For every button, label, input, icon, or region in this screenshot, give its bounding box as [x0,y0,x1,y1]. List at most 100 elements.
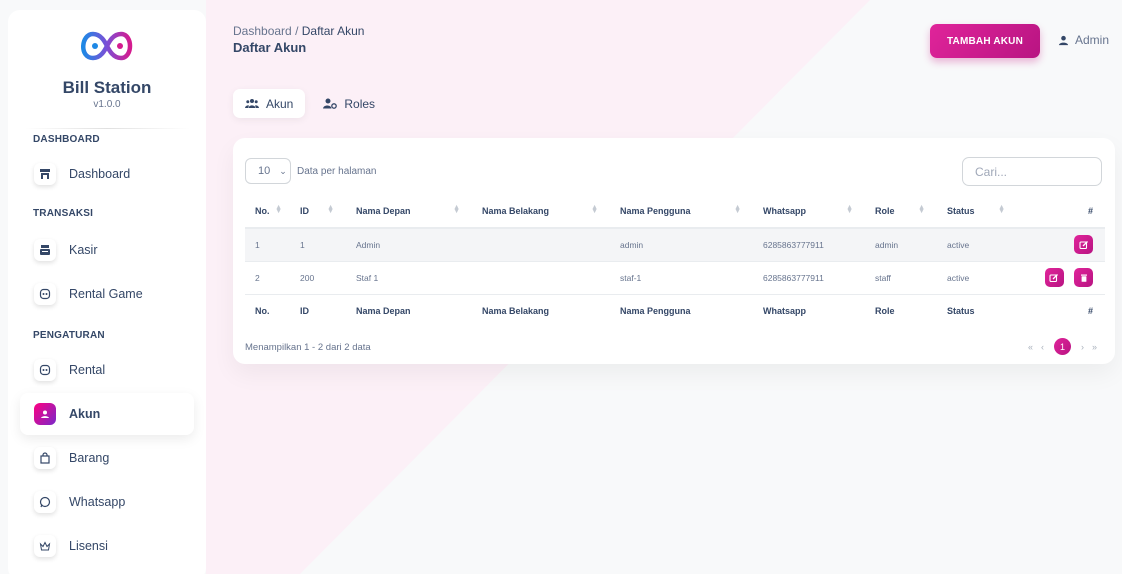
cell-actions [1019,228,1105,261]
sidebar-item-whatsapp[interactable]: Whatsapp [20,481,194,523]
table-row: 1 1 Admin admin 6285863777911 admin acti… [245,228,1105,261]
breadcrumb: Dashboard / Daftar Akun [233,24,364,38]
page-prev-button[interactable]: ‹ [1041,342,1044,352]
page-number-button[interactable]: 1 [1053,338,1071,355]
cell-status: active [947,239,970,250]
section-label-pengaturan: PENGATURAN [33,330,105,341]
cell-nama-pengguna: admin [620,239,644,250]
per-page-select[interactable]: 10 ⌄ [245,158,291,184]
table-header-row: No. ▲ ▼ ID ▲ ▼ Nama Depan ▲ ▼ Nama Belakang ▲ ▼ … [245,194,1105,228]
cell-whatsapp: 6285863777911 [763,239,824,250]
column-header-nama-depan[interactable]: Nama Depan ▲ ▼ [348,194,474,228]
brand-version: v1.0.0 [93,99,121,110]
accounts-card: 10 ⌄ Data per halaman No.▲▼ ID▲▼ Nama De… [233,138,1115,364]
trash-icon [1080,274,1087,282]
delete-button[interactable] [1074,268,1093,287]
edit-icon [1078,240,1088,249]
cell-actions [1019,261,1105,294]
brand: Bill Station v1.0.0 [8,10,206,129]
column-header-id[interactable]: ID ▲ ▼ [296,194,348,228]
per-page-control: 10 ⌄ Data per halaman [245,158,377,184]
pagination: « ‹ 1 › » [1024,338,1101,355]
cell-no: 2 [255,272,260,283]
footer-nama-belakang: Nama Belakang [482,306,550,317]
sidebar-item-label: Rental Game [69,287,143,301]
cell-nama-depan: Staf 1 [356,272,379,283]
cell-nama-pengguna: staf-1 [620,272,642,283]
cell-status: active [947,272,970,283]
edit-button[interactable] [1074,235,1093,255]
gamepad-icon [34,283,56,305]
sidebar-item-akun[interactable]: Akun [20,393,194,435]
cell-no: 1 [255,239,260,250]
breadcrumb-dashboard[interactable]: Dashboard [233,24,292,38]
footer-no: No. [255,306,270,317]
user-circle-icon [34,403,56,425]
footer-role: Role [875,306,895,317]
column-header-whatsapp[interactable]: Whatsapp ▲ ▼ [755,194,867,228]
sidebar-item-label: Lisensi [69,539,108,553]
table-info: Menampilkan 1 - 2 dari 2 data [245,342,371,353]
column-header-nama-pengguna[interactable]: Nama Pengguna ▲ ▼ [612,194,755,228]
sort-icon: ▲ ▼ [846,204,853,215]
tab-roles[interactable]: Roles [311,89,387,118]
sort-icon: ▲ ▼ [998,204,1005,215]
footer-nama-pengguna: Nama Pengguna [620,306,691,317]
footer-status: Status [947,306,975,317]
sidebar-item-barang[interactable]: Barang [20,437,194,479]
footer-whatsapp: Whatsapp [763,306,807,317]
sidebar-item-rental[interactable]: Rental [20,349,194,391]
sidebar-item-lisensi[interactable]: Lisensi [20,525,194,567]
sidebar-item-kasir[interactable]: Kasir [20,229,194,271]
footer-id: ID [300,306,309,317]
user-icon [1058,35,1069,45]
sidebar: Bill Station v1.0.0 DASHBOARD Dashboard … [8,10,206,574]
sort-icon: ▲ ▼ [275,204,282,215]
tab-akun[interactable]: Akun [233,89,306,118]
accounts-table: No. ▲ ▼ ID ▲ ▼ Nama Depan ▲ ▼ Nama Belakang ▲ ▼ … [245,194,1105,328]
sort-icon: ▲ ▼ [591,204,598,215]
user-menu[interactable]: Admin [1058,33,1109,47]
footer-nama-depan: Nama Depan [356,306,411,317]
section-label-transaksi: TRANSAKSI [33,208,94,219]
cell-id: 200 [300,272,315,283]
table-row: 2 200 Staf 1 staf-1 6285863777911 staff … [245,261,1105,294]
page-first-button[interactable]: « [1028,342,1033,352]
cell-role: staff [875,272,891,283]
search-input[interactable] [962,157,1102,186]
tab-label: Akun [266,96,294,111]
tabs: Akun Roles [233,89,393,118]
section-label-dashboard: DASHBOARD [33,134,100,145]
sort-icon: ▲ ▼ [918,204,925,215]
page-next-button[interactable]: › [1081,342,1084,352]
crown-icon [34,535,56,557]
sidebar-item-label: Dashboard [69,167,131,181]
page-title: Daftar Akun [233,40,307,55]
breadcrumb-current: Daftar Akun [301,24,365,38]
column-header-nama-belakang[interactable]: Nama Belakang ▲ ▼ [474,194,612,228]
page-last-button[interactable]: » [1092,342,1097,352]
column-header-role[interactable]: Role ▲ ▼ [867,194,939,228]
per-page-value: 10 [258,165,271,177]
gamepad-icon [34,359,56,381]
tab-label: Roles [344,96,376,111]
chevron-down-icon: ⌄ [279,165,287,176]
cell-nama-belakang [474,261,612,294]
footer-actions: # [1087,306,1093,317]
column-header-actions: # [1087,205,1093,216]
cell-id: 1 [300,239,305,250]
sidebar-item-rental-game[interactable]: Rental Game [20,273,194,315]
add-account-button[interactable]: TAMBAH AKUN [930,24,1040,58]
sidebar-item-label: Whatsapp [69,495,126,509]
edit-button[interactable] [1044,268,1064,287]
sidebar-item-label: Barang [69,451,110,465]
breadcrumb-separator: / [295,24,299,38]
sidebar-item-dashboard[interactable]: Dashboard [20,153,194,195]
column-header-status[interactable]: Status ▲ ▼ [939,194,1019,228]
sidebar-item-label: Kasir [69,243,98,257]
sort-icon: ▲ ▼ [734,204,741,215]
store-icon [34,163,56,185]
per-page-label: Data per halaman [297,165,377,177]
column-header-no[interactable]: No. ▲ ▼ [245,194,296,228]
sidebar-divider [24,128,190,129]
